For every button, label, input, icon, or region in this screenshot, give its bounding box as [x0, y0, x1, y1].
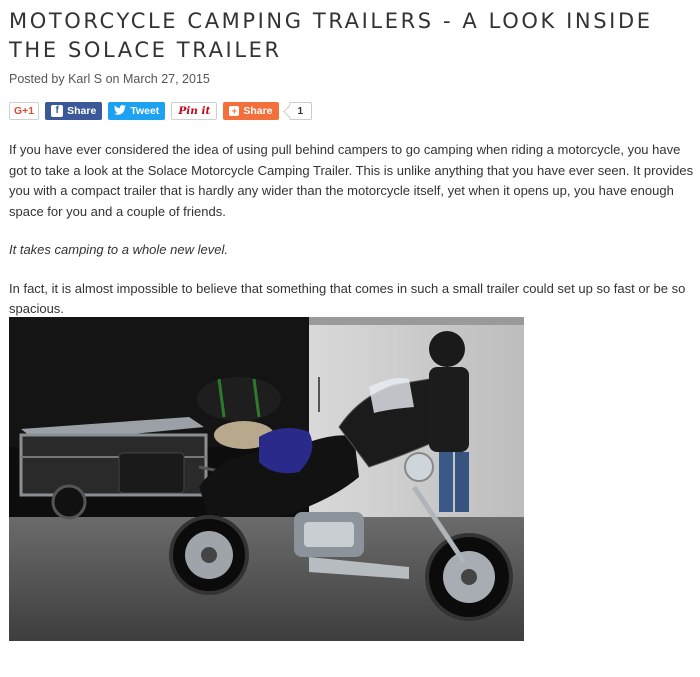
- share-bar: G+1 f Share Tweet Pin it + Share 1: [9, 102, 694, 120]
- share-count: 1: [288, 102, 313, 120]
- article-body: If you have ever considered the idea of …: [9, 140, 694, 320]
- author-link[interactable]: Karl S: [68, 72, 102, 86]
- article: MOTORCYCLE CAMPING TRAILERS - A LOOK INS…: [9, 0, 694, 338]
- photo-illustration: [9, 317, 524, 641]
- paragraph-tagline: It takes camping to a whole new level.: [9, 242, 228, 257]
- share-button[interactable]: + Share: [223, 102, 279, 120]
- pinterest-button[interactable]: Pin it: [171, 102, 218, 120]
- meta-prefix: Posted by: [9, 72, 65, 86]
- post-date: March 27, 2015: [123, 72, 210, 86]
- facebook-share-button[interactable]: f Share: [45, 102, 103, 120]
- article-title: MOTORCYCLE CAMPING TRAILERS - A LOOK INS…: [9, 9, 653, 62]
- post-meta: Posted by Karl S on March 27, 2015: [9, 72, 694, 86]
- facebook-icon: f: [51, 105, 64, 117]
- plus-icon: +: [229, 106, 240, 116]
- tweet-button[interactable]: Tweet: [108, 102, 166, 120]
- tweet-label: Tweet: [130, 105, 160, 117]
- twitter-icon: [114, 104, 127, 118]
- gplus-label: G+1: [14, 105, 35, 117]
- share-label: Share: [243, 105, 273, 117]
- motorcycle-trailer-photo: [9, 317, 524, 641]
- facebook-share-label: Share: [67, 105, 97, 117]
- meta-on: on: [105, 72, 120, 86]
- paragraph-spacious: In fact, it is almost impossible to beli…: [9, 280, 686, 317]
- gplus-button[interactable]: G+1: [9, 102, 40, 120]
- paragraph-intro: If you have ever considered the idea of …: [9, 142, 694, 219]
- pinterest-label: Pin it: [178, 105, 211, 117]
